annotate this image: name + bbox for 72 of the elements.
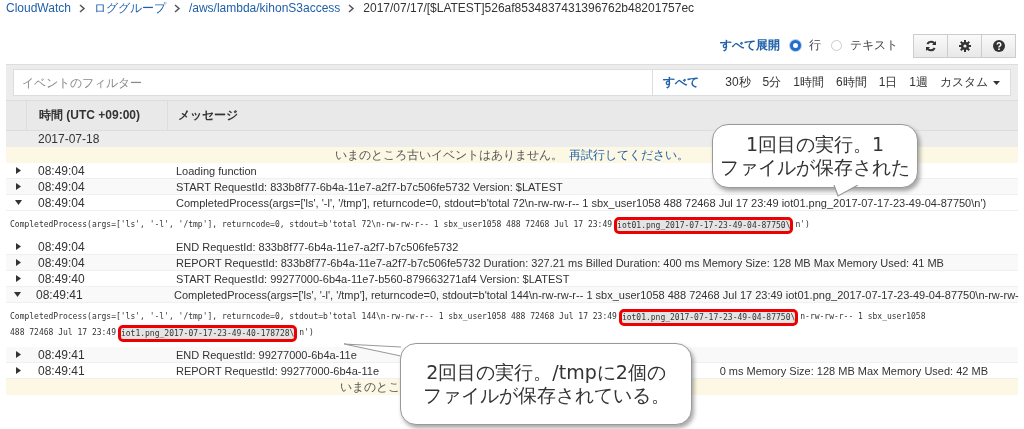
notice-text: いまのところ古いイベントはありません。 <box>335 146 563 164</box>
message-cell: CompletedProcess(args=['ls', '-l', '/tmp'], returncode=0, stdout=b'total 144\n-rw-rw-r-- 1 sbx_user1058 488 72468 Jul 17 23:49 iot01.png_2017-07-17-23-49-04-87750\n-rw-rw- <box>174 288 1019 301</box>
message-cell: START RequestId: 99277000-6b4a-11e7-b560-879663271af4 Version: $LATEST <box>176 272 570 285</box>
message-cell-text: 0 ms Memory Size: 128 MB Max Memory Used: 42 MB <box>719 364 989 377</box>
time-cell-text: 08:49:04 <box>37 195 86 210</box>
breadcrumb-link[interactable]: CloudWatch <box>6 1 71 15</box>
time-cell-text: 08:49:41 <box>37 363 86 378</box>
chevron-icon <box>78 3 86 13</box>
time-range-option[interactable]: 1週 <box>909 74 928 91</box>
caret-icon <box>993 80 1000 85</box>
log-text: n-rw-rw-r-- 1 sbx_user1058 <box>800 311 926 323</box>
time-cell-text: 08:49:04 <box>37 239 86 254</box>
log-text: CompletedProcess(args=['ls', '-l', '/tmp'], returncode=0, stdout=b'total 144\n-rw-rw-r-- 1 sbx_user1058 488 72468 Jul 17 23:49 <box>10 311 617 323</box>
expand-toggle[interactable] <box>14 292 21 297</box>
message-cell: REPORT RequestId: 833b8f77-6b4a-11e7-a2f7-b7c506fe5732 Duration: 327.21 ms Billed Duration: 400 ms Memory Size: 128 MB Max Memory Used: 41 MB <box>176 256 944 269</box>
column-header: 時間 (UTC +09:00) <box>26 101 168 130</box>
time-cell-text: 08:49:04 <box>37 179 86 194</box>
time-range-option[interactable]: 1時間 <box>793 74 824 91</box>
breadcrumb-link[interactable]: /aws/lambda/kihonS3access <box>188 1 341 15</box>
radio-button[interactable] <box>790 40 801 51</box>
chevron-icon <box>173 3 181 13</box>
message-cell: CompletedProcess(args=['ls', '-l', '/tmp'], returncode=0, stdout=b'total 72\n-rw-rw-r-- 1 sbx_user1058 488 72468 Jul 17 23:49 iot01.png_2017-07-17-23-49-04-87750\n') <box>176 196 987 209</box>
expand-toggle[interactable] <box>14 167 23 174</box>
radio-label: テキスト <box>850 37 898 54</box>
highlighted-log-text: iot01.png_2017-07-17-23-49-04-87750\ <box>617 219 791 231</box>
breadcrumb-current: 2017/07/17/[$LATEST]526af8534837431396762b48201757ec <box>363 1 695 15</box>
message-cell: Loading function <box>176 164 257 177</box>
message-cell: END RequestId: 99277000-6b4a-11e <box>176 348 357 361</box>
refresh-button[interactable] <box>913 33 948 58</box>
message-cell: START RequestId: 833b8f77-6b4a-11e7-a2f7-b7c506fe5732 Version: $LATEST <box>176 180 563 193</box>
time-range-option[interactable]: 5分 <box>762 74 782 91</box>
date-label: 2017-07-18 <box>38 132 100 146</box>
expand-toggle[interactable] <box>14 243 23 250</box>
breadcrumb-link[interactable]: ロググループ <box>93 0 166 17</box>
expand-toggle[interactable] <box>14 200 23 205</box>
log-text: n') <box>795 219 810 231</box>
message-cell: REPORT RequestId: 99277000-6b4a-11e <box>176 364 380 377</box>
chevron-icon <box>348 3 356 13</box>
help-icon <box>992 39 1005 52</box>
time-cell-text: 08:49:41 <box>37 347 86 362</box>
refresh-icon <box>924 39 937 52</box>
time-range-option[interactable]: 6時間 <box>835 74 867 91</box>
expand-toggle[interactable] <box>14 367 23 374</box>
time-cell-text: 08:49:41 <box>35 287 84 302</box>
notice-text: いまのとこ <box>340 378 400 396</box>
expand-toggle[interactable] <box>14 351 23 358</box>
retry-link[interactable]: 再試行してください。 <box>569 146 689 164</box>
expand-all-link[interactable]: すべて展開 <box>720 37 780 54</box>
time-range-option[interactable]: カスタム <box>940 74 1000 91</box>
time-range-option[interactable]: 1日 <box>878 74 898 91</box>
expand-toggle[interactable] <box>14 275 23 282</box>
settings-button[interactable] <box>947 33 982 58</box>
callout-bubble: 1回目の実行。1 ファイルが保存された <box>712 124 918 188</box>
column-header: メッセージ <box>177 107 238 124</box>
message-cell: END RequestId: 833b8f77-6b4a-11e7-a2f7-b7c506fe5732 <box>176 240 459 253</box>
expand-toggle[interactable] <box>14 183 23 190</box>
time-cell-text: 08:49:04 <box>37 163 86 178</box>
highlighted-log-text: iot01.png_2017-07-17-23-49-04-87750\ <box>621 311 796 323</box>
time-range-option[interactable]: 30秒 <box>725 74 751 91</box>
callout-bubble: 2回目の実行。/tmpに2個の ファイルが保存されている。 <box>400 343 692 425</box>
settings-icon <box>958 39 971 52</box>
log-text: CompletedProcess(args=['ls', '-l', '/tmp'], returncode=0, stdout=b'total 72\n-rw-rw-r-- 1 sbx_user1058 488 72468 Jul 17 23:49 <box>10 219 613 231</box>
log-text: 488 72468 Jul 17 23:49 <box>10 327 116 339</box>
help-button[interactable] <box>981 33 1016 58</box>
highlighted-log-text: iot1.png_2017-07-17-23-49-40-178728\ <box>120 327 295 339</box>
radio-label: 行 <box>809 37 821 54</box>
time-range-option[interactable]: すべて <box>663 74 700 91</box>
time-cell-text: 08:49:40 <box>37 271 86 286</box>
time-cell-text: 08:49:04 <box>37 255 86 270</box>
expand-toggle[interactable] <box>14 259 23 266</box>
log-text: n') <box>299 327 314 339</box>
filter-field[interactable]: イベントのフィルター <box>13 69 653 96</box>
